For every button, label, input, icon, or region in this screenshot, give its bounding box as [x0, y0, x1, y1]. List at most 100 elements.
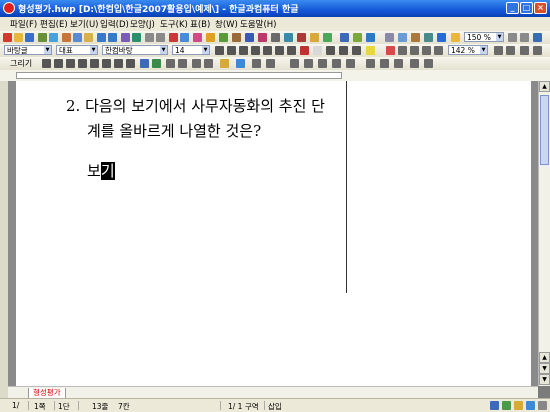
italic-icon[interactable]	[227, 46, 236, 55]
rectangle-icon[interactable]	[66, 59, 75, 68]
vertical-scroll-thumb[interactable]	[540, 95, 549, 165]
chevron-down-icon[interactable]: ▼	[90, 46, 97, 54]
cut-icon[interactable]	[62, 33, 71, 42]
menu-insert[interactable]: 입력(D)	[100, 18, 129, 30]
fill-color-icon[interactable]	[236, 59, 245, 68]
align-justify-icon[interactable]	[386, 46, 395, 55]
pen-icon[interactable]	[366, 46, 375, 55]
textbox-icon[interactable]	[310, 33, 319, 42]
para-shape-icon[interactable]	[156, 33, 165, 42]
macro-icon[interactable]	[411, 33, 420, 42]
char-spacing-combo[interactable]: 142 % ▼	[448, 45, 488, 55]
order-back-icon[interactable]	[346, 59, 355, 68]
freehand-icon[interactable]	[126, 59, 135, 68]
language-combo[interactable]: 대표 ▼	[56, 45, 98, 55]
line-icon[interactable]	[54, 59, 63, 68]
find-icon[interactable]	[121, 33, 130, 42]
order-front-icon[interactable]	[332, 59, 341, 68]
size-match-icon[interactable]	[394, 59, 403, 68]
help-icon[interactable]	[424, 33, 433, 42]
maximize-button[interactable]: □	[520, 2, 533, 14]
anchor-icon[interactable]	[424, 59, 433, 68]
symbol-icon[interactable]	[206, 33, 215, 42]
footnote-icon[interactable]	[245, 33, 254, 42]
open-icon[interactable]	[14, 33, 23, 42]
strikethrough-icon[interactable]	[251, 46, 260, 55]
arrow-style-icon[interactable]	[290, 59, 299, 68]
copy-icon[interactable]	[73, 33, 82, 42]
outdent-icon[interactable]	[533, 46, 542, 55]
menu-table[interactable]: 표(B)	[190, 18, 210, 30]
font-combo[interactable]: 한컴바탕 ▼	[102, 45, 168, 55]
outline-icon[interactable]	[263, 46, 272, 55]
prev-page-icon[interactable]: ▲	[539, 352, 550, 363]
ime-icon[interactable]	[490, 401, 499, 410]
style-combo[interactable]: 바탕글 ▼	[4, 45, 52, 55]
menu-format[interactable]: 모양(J)	[130, 18, 155, 30]
hyperlink-icon[interactable]	[219, 33, 228, 42]
equation-icon[interactable]	[323, 33, 332, 42]
print-icon[interactable]	[38, 33, 47, 42]
polygon-icon[interactable]	[102, 59, 111, 68]
align-center-icon[interactable]	[422, 46, 431, 55]
page-view-icon[interactable]	[437, 33, 446, 42]
save-icon[interactable]	[25, 33, 34, 42]
chart-icon[interactable]	[340, 33, 349, 42]
curve-icon[interactable]	[114, 59, 123, 68]
grid-icon[interactable]	[353, 33, 362, 42]
columns-icon[interactable]	[284, 33, 293, 42]
line-color-icon[interactable]	[220, 59, 229, 68]
align-left-icon[interactable]	[398, 46, 407, 55]
line-spacing-down-icon[interactable]	[506, 46, 515, 55]
emphasis-icon[interactable]	[339, 46, 348, 55]
subscript-icon[interactable]	[287, 46, 296, 55]
zoom-combo[interactable]: 150 % ▼	[464, 32, 504, 42]
spell-icon[interactable]	[132, 33, 141, 42]
close-button[interactable]: ×	[534, 2, 547, 14]
tray-icon[interactable]	[526, 401, 535, 410]
wrap-icon[interactable]	[410, 59, 419, 68]
distribute-icon[interactable]	[434, 46, 443, 55]
font-size-combo[interactable]: 14 ▼	[172, 45, 210, 55]
highlight-icon[interactable]	[313, 46, 322, 55]
shadow-icon[interactable]	[304, 59, 313, 68]
app-icon[interactable]	[3, 2, 15, 14]
draw-shape-icon[interactable]	[297, 33, 306, 42]
chevron-down-icon[interactable]: ▼	[496, 33, 503, 41]
zoom-in-icon[interactable]	[508, 33, 517, 42]
scroll-up-icon[interactable]: ▲	[539, 81, 550, 92]
align-icon[interactable]	[398, 33, 407, 42]
char-shape-icon[interactable]	[145, 33, 154, 42]
insert-image-icon[interactable]	[169, 33, 178, 42]
menu-file[interactable]: 파일(F)	[10, 18, 37, 30]
chevron-down-icon[interactable]: ▼	[44, 46, 51, 54]
tray-icon[interactable]	[502, 401, 511, 410]
menu-help[interactable]: 도움말(H)	[240, 18, 276, 30]
full-view-icon[interactable]	[533, 33, 542, 42]
menu-window[interactable]: 창(W)	[215, 18, 238, 30]
zoom-out-icon[interactable]	[520, 33, 529, 42]
scroll-down-icon[interactable]: ▼	[539, 374, 550, 385]
next-page-icon[interactable]: ▼	[539, 363, 550, 374]
menu-view[interactable]: 보기(U)	[70, 18, 99, 30]
char-border-icon[interactable]	[326, 46, 335, 55]
memo-icon[interactable]	[232, 33, 241, 42]
group-icon[interactable]	[166, 59, 175, 68]
align-objects-icon[interactable]	[366, 59, 375, 68]
superscript-icon[interactable]	[275, 46, 284, 55]
line-style-icon[interactable]	[266, 59, 275, 68]
insert-table-icon[interactable]	[180, 33, 189, 42]
ungroup-icon[interactable]	[178, 59, 187, 68]
document-page[interactable]: 2. 다음의 보기에서 사무자동화의 추진 단 계를 올바르게 나열한 것은? …	[16, 81, 531, 386]
vertical-scrollbar[interactable]: ▲ ▲ ▼ ▼	[538, 81, 550, 386]
chevron-down-icon[interactable]: ▼	[160, 46, 167, 54]
underline-icon[interactable]	[239, 46, 248, 55]
align-right-icon[interactable]	[410, 46, 419, 55]
page-setup-icon[interactable]	[271, 33, 280, 42]
tray-icon[interactable]	[538, 401, 547, 410]
flip-icon[interactable]	[204, 59, 213, 68]
undo-icon[interactable]	[97, 33, 106, 42]
minimize-button[interactable]: _	[506, 2, 519, 14]
font-color-icon[interactable]	[300, 46, 309, 55]
rotate-icon[interactable]	[192, 59, 201, 68]
